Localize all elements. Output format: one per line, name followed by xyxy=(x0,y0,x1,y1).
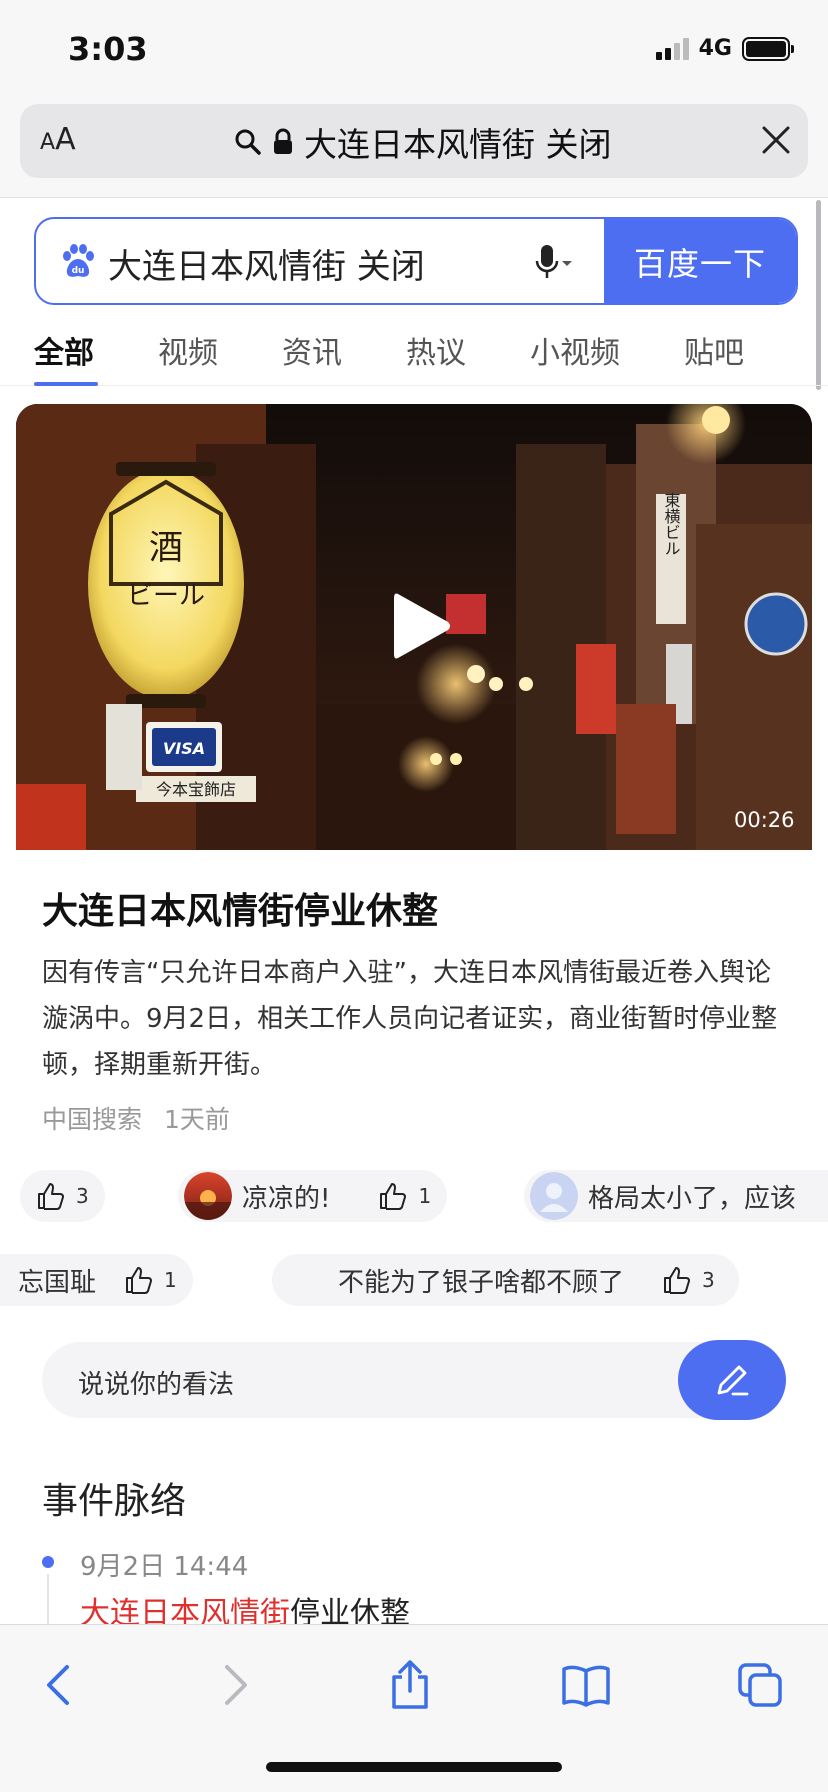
search-button[interactable]: 百度一下 xyxy=(604,219,796,303)
comment-text: 格局太小了，应该 xyxy=(588,1183,797,1214)
bookmarks-button[interactable] xyxy=(556,1655,616,1715)
comment-text: 不能为了银子啥都不顾了 xyxy=(338,1267,625,1298)
comment-text: 忘国耻 xyxy=(18,1267,97,1298)
lock-icon xyxy=(274,128,292,154)
tabs-button[interactable] xyxy=(730,1655,790,1715)
avatar xyxy=(530,1172,578,1220)
news-time: 1天前 xyxy=(164,1105,230,1134)
play-icon[interactable] xyxy=(392,590,452,662)
share-icon xyxy=(392,1660,428,1709)
status-bar: 3:03 4G xyxy=(0,0,828,100)
news-title[interactable]: 大连日本风情街停业休整 xyxy=(42,882,438,934)
tab-all[interactable]: 全部 xyxy=(34,328,94,372)
timeline-dot xyxy=(42,1556,54,1568)
cellular-signal-icon xyxy=(655,37,689,60)
timeline-line xyxy=(47,1574,49,1624)
status-icons: 4G xyxy=(655,36,794,61)
comment-bubble[interactable]: 不能为了银子啥都不顾了 3 xyxy=(272,1254,739,1306)
like-count: 3 xyxy=(76,1184,89,1208)
news-summary: 因有传言“只允许日本商户入驻”，大连日本风情街最近卷入舆论漩涡中。9月2日，相关… xyxy=(42,958,778,1080)
like-count: 1 xyxy=(164,1268,177,1292)
comment-bubble[interactable]: 忘国耻 1 xyxy=(0,1254,193,1306)
status-time: 3:03 xyxy=(68,30,148,68)
search-icon xyxy=(235,129,261,155)
network-type: 4G xyxy=(698,36,732,61)
address-display[interactable]: 大连日本风情街 关闭 xyxy=(234,118,612,166)
like-count: 1 xyxy=(418,1184,432,1208)
mic-icon[interactable] xyxy=(534,243,574,283)
write-comment-button[interactable] xyxy=(678,1340,786,1420)
thumb-up-icon[interactable] xyxy=(124,1265,154,1295)
like-count: 3 xyxy=(702,1268,715,1292)
news-source: 中国搜索 xyxy=(42,1105,143,1134)
safari-address-bar: AA 大连日本风情街 关闭 xyxy=(0,100,828,198)
thumb-up-icon[interactable] xyxy=(662,1265,692,1295)
reader-settings-button[interactable]: AA xyxy=(40,122,76,157)
pencil-icon xyxy=(717,1365,749,1396)
comment-bubble[interactable]: 3 xyxy=(20,1170,105,1222)
result-tabs: 全部 视频 资讯 热议 小视频 贴吧 xyxy=(0,320,828,386)
video-duration: 00:26 xyxy=(734,808,795,832)
home-indicator xyxy=(266,1762,562,1772)
forward-icon xyxy=(225,1665,247,1705)
shop-sign: 今本宝飾店 xyxy=(156,780,236,799)
battery-icon xyxy=(742,36,794,61)
visa-sign: VISA xyxy=(163,739,205,758)
back-button[interactable] xyxy=(28,1655,88,1715)
baidu-logo-icon: du xyxy=(63,244,94,277)
address-text: 大连日本风情街 关闭 xyxy=(304,125,612,164)
bookmarks-icon xyxy=(562,1665,610,1707)
tab-hot-discussion[interactable]: 热议 xyxy=(406,328,466,372)
svg-text:du: du xyxy=(72,266,85,276)
active-tab-indicator xyxy=(34,382,98,386)
tab-video[interactable]: 视频 xyxy=(158,328,218,372)
thumb-up-icon[interactable] xyxy=(378,1181,408,1211)
timeline-title: 事件脉络 xyxy=(42,1481,187,1522)
forward-button[interactable] xyxy=(206,1655,266,1715)
search-input[interactable]: 大连日本风情街 关闭 xyxy=(108,239,425,288)
back-icon xyxy=(47,1665,69,1705)
thumb-up-icon[interactable] xyxy=(36,1181,66,1211)
comment-placeholder: 说说你的看法 xyxy=(78,1370,235,1400)
building-sign: 東横ビル xyxy=(662,492,681,556)
comment-bubble[interactable]: 格局太小了，应该 xyxy=(524,1170,828,1222)
tab-news[interactable]: 资讯 xyxy=(282,328,342,372)
search-box[interactable]: du 大连日本风情街 关闭 百度一下 xyxy=(34,217,798,305)
svg-text:ビール: ビール xyxy=(127,581,205,611)
close-icon[interactable] xyxy=(760,124,792,156)
tab-short-video[interactable]: 小视频 xyxy=(530,328,620,372)
comment-input[interactable]: 说说你的看法 xyxy=(42,1342,786,1418)
tab-tieba[interactable]: 贴吧 xyxy=(684,328,744,372)
share-button[interactable] xyxy=(380,1655,440,1715)
tabs-icon xyxy=(738,1663,782,1707)
avatar xyxy=(184,1172,232,1220)
timeline-time: 9月2日 14:44 xyxy=(80,1552,249,1582)
comment-bubble[interactable]: 凉凉的! 1 xyxy=(178,1170,448,1222)
address-field[interactable]: AA 大连日本风情街 关闭 xyxy=(20,104,808,178)
news-meta: 中国搜索 1天前 xyxy=(42,1100,230,1136)
comment-text: 凉凉的! xyxy=(242,1183,331,1214)
svg-text:酒: 酒 xyxy=(149,528,183,568)
